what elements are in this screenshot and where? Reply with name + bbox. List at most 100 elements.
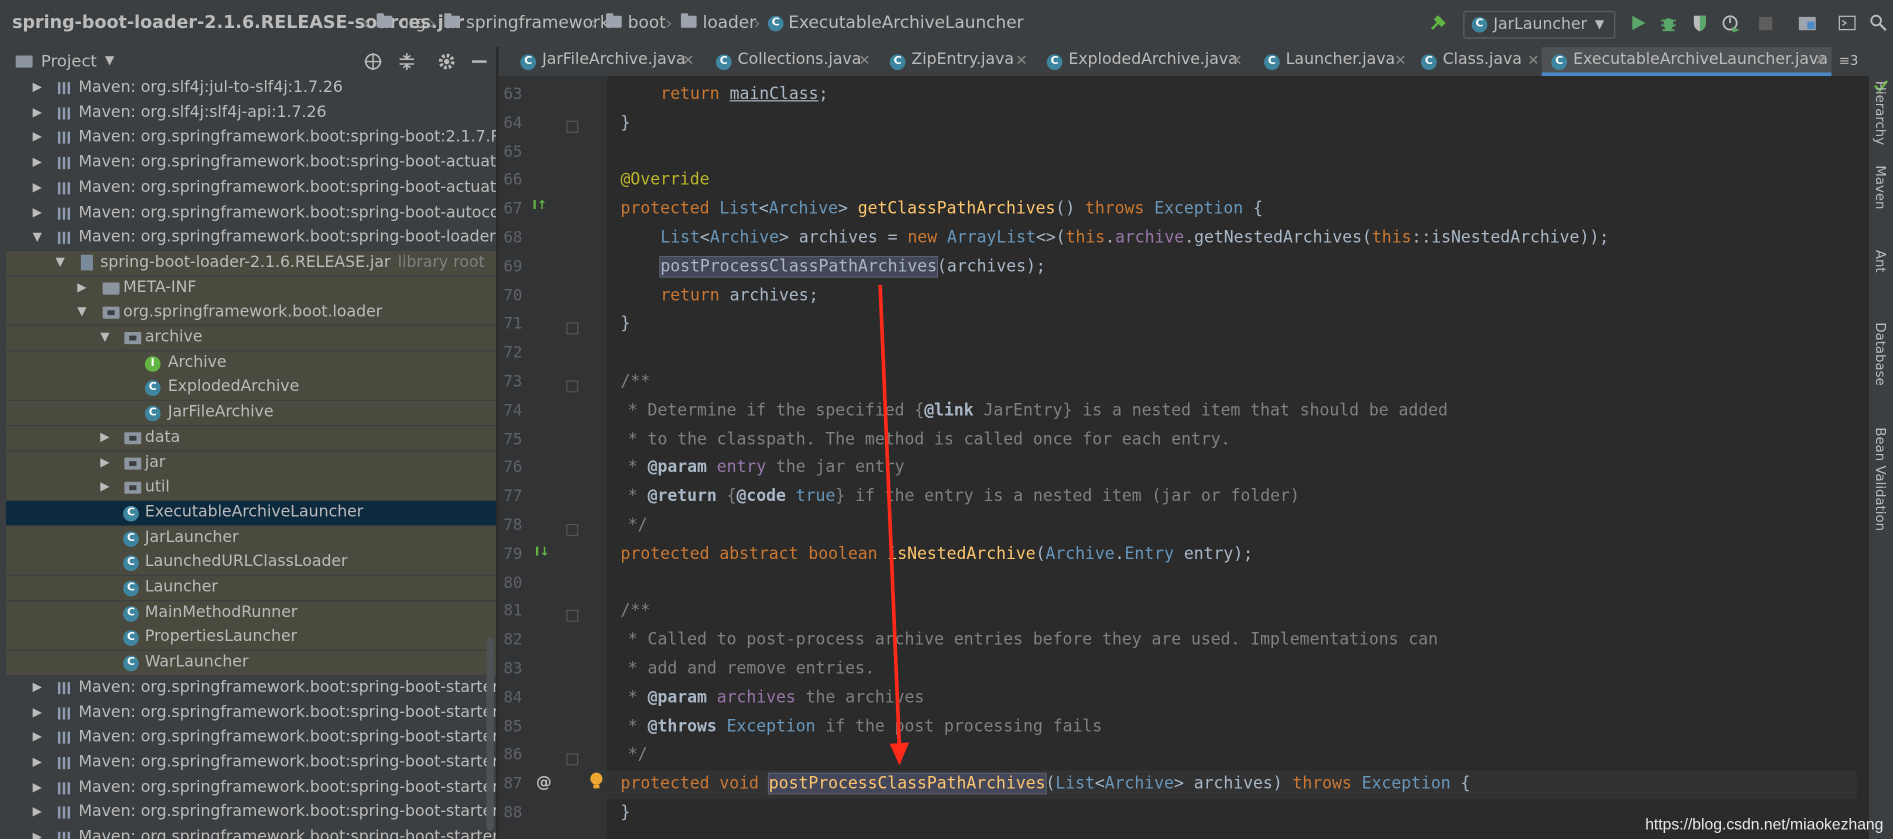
lightbulb-icon[interactable]: [589, 771, 603, 790]
breadcrumb-jar[interactable]: spring-boot-loader-2.1.6.RELEASE-sources…: [12, 0, 464, 47]
implemented-icon[interactable]: I↓: [535, 546, 550, 559]
tab-launcher[interactable]: C Launcher.java ✕: [1254, 47, 1409, 76]
tree-item-library[interactable]: ▶ Maven: org.springframework.boot:spring…: [6, 701, 497, 725]
expand-arrow-icon[interactable]: ▶: [33, 76, 45, 100]
tabs-overflow-button[interactable]: ≡3: [1839, 47, 1859, 76]
close-icon[interactable]: ✕: [1015, 47, 1027, 74]
tree-item-library[interactable]: ▶ Maven: org.springframework.boot:spring…: [6, 126, 497, 150]
search-icon[interactable]: [1869, 13, 1888, 32]
close-icon[interactable]: ✕: [1527, 47, 1539, 74]
close-icon[interactable]: ✕: [682, 47, 694, 74]
close-icon[interactable]: ✕: [858, 47, 870, 74]
tree-item-class[interactable]: C JarLauncher: [6, 525, 497, 551]
expand-arrow-icon[interactable]: ▶: [33, 701, 45, 725]
tree-item-library[interactable]: ▶ Maven: org.springframework.boot:spring…: [6, 176, 497, 200]
breadcrumb-loader[interactable]: loader: [703, 0, 756, 47]
expand-arrow-icon[interactable]: ▶: [100, 476, 112, 500]
override-marker-icon[interactable]: @: [536, 774, 552, 792]
expand-arrow-icon[interactable]: ▶: [33, 726, 45, 750]
profile-icon[interactable]: [1722, 13, 1741, 33]
fold-marker-icon[interactable]: [566, 753, 579, 766]
tree-item-library[interactable]: ▶ Maven: org.springframework.boot:spring…: [6, 751, 497, 775]
tab-executablearchivelauncher[interactable]: C ExecutableArchiveLauncher.java ✕: [1541, 47, 1832, 77]
fold-marker-icon[interactable]: [566, 609, 579, 622]
tab-zipentry[interactable]: C ZipEntry.java ✕: [880, 47, 1032, 76]
tab-explodedarchive[interactable]: C ExplodedArchive.java ✕: [1037, 47, 1245, 76]
expand-arrow-icon[interactable]: ▶: [33, 826, 45, 839]
collapse-arrow-icon[interactable]: ▼: [56, 251, 68, 275]
debug-icon[interactable]: [1659, 13, 1678, 32]
tree-item-class[interactable]: C WarLauncher: [6, 650, 497, 675]
breadcrumb-class[interactable]: ExecutableArchiveLauncher: [788, 0, 1023, 47]
tree-item-library[interactable]: ▶ Maven: org.springframework.boot:spring…: [6, 676, 497, 700]
tool-hierarchy[interactable]: Hierarchy: [1873, 81, 1889, 145]
tool-ant[interactable]: Ant: [1873, 250, 1889, 273]
implements-icon[interactable]: I↑: [532, 199, 547, 212]
expand-arrow-icon[interactable]: ▶: [100, 451, 112, 475]
tree-item-class[interactable]: C JarFileArchive: [6, 400, 497, 426]
tree-item-folder[interactable]: ▶ META-INF: [6, 275, 497, 301]
tab-collections[interactable]: C Collections.java ✕: [706, 47, 875, 76]
tool-bean-validation[interactable]: Bean Validation: [1873, 427, 1889, 531]
collapse-all-icon[interactable]: [397, 52, 416, 71]
tree-item-library[interactable]: ▶ Maven: org.slf4j:jul-to-slf4j:1.7.26: [6, 76, 496, 100]
locate-icon[interactable]: [363, 52, 382, 71]
project-title[interactable]: Project: [41, 47, 97, 76]
gear-icon[interactable]: [437, 52, 456, 71]
collapse-arrow-icon[interactable]: ▼: [77, 301, 89, 325]
tree-item-class[interactable]: C ExplodedArchive: [6, 375, 497, 401]
expand-arrow-icon[interactable]: ▶: [33, 201, 45, 225]
tab-class[interactable]: C Class.java ✕: [1411, 47, 1544, 76]
stop-icon[interactable]: [1759, 16, 1773, 31]
close-icon[interactable]: ✕: [1815, 47, 1827, 74]
close-icon[interactable]: ✕: [1230, 47, 1242, 74]
terminal-icon[interactable]: [1838, 13, 1857, 32]
fold-marker-icon[interactable]: [566, 120, 579, 133]
tree-item-package[interactable]: ▶ jar: [6, 450, 497, 476]
expand-arrow-icon[interactable]: ▶: [33, 751, 45, 775]
tree-item-jar[interactable]: ▼ spring-boot-loader-2.1.6.RELEASE.jar li…: [6, 250, 497, 276]
expand-arrow-icon[interactable]: ▶: [33, 676, 45, 700]
run-config-dropdown[interactable]: C JarLauncher ▼: [1463, 10, 1616, 39]
expand-arrow-icon[interactable]: ▶: [33, 801, 45, 825]
chevron-down-icon[interactable]: ▼: [105, 47, 114, 76]
tree-scrollbar[interactable]: [486, 637, 494, 831]
build-hammer-icon[interactable]: [1428, 13, 1447, 32]
tree-item-library[interactable]: ▶ Maven: org.springframework.boot:spring…: [6, 801, 497, 825]
expand-arrow-icon[interactable]: ▶: [33, 151, 45, 175]
tool-database[interactable]: Database: [1873, 322, 1889, 385]
breadcrumb-org[interactable]: org: [398, 0, 426, 47]
breadcrumb-boot[interactable]: boot: [628, 0, 666, 47]
tree-item-package[interactable]: ▶ util: [6, 475, 497, 501]
project-structure-icon[interactable]: [1798, 13, 1817, 32]
fold-marker-icon[interactable]: [566, 322, 579, 335]
tree-item-library[interactable]: ▶ Maven: org.springframework.boot:spring…: [6, 776, 497, 800]
tree-item-class[interactable]: C Launcher: [6, 575, 497, 601]
tree-item-library[interactable]: ▶ Maven: org.springframework.boot:spring…: [6, 726, 497, 750]
fold-marker-icon[interactable]: [566, 380, 579, 393]
tree-item-package[interactable]: ▶ data: [6, 425, 497, 451]
tree-item-class[interactable]: C PropertiesLauncher: [6, 625, 497, 650]
minimize-icon[interactable]: [472, 60, 487, 63]
tree-item-class[interactable]: C MainMethodRunner: [6, 600, 497, 626]
expand-arrow-icon[interactable]: ▶: [33, 776, 45, 800]
tree-item-library[interactable]: ▶ Maven: org.springframework.boot:spring…: [6, 151, 497, 175]
expand-arrow-icon[interactable]: ▶: [100, 426, 112, 450]
expand-arrow-icon[interactable]: ▶: [33, 126, 45, 150]
tree-item-library[interactable]: ▶ Maven: org.springframework.boot:spring…: [6, 826, 496, 839]
tree-item-library[interactable]: ▼ Maven: org.springframework.boot:spring…: [6, 226, 497, 250]
tree-item-library[interactable]: ▶ Maven: org.springframework.boot:spring…: [6, 201, 497, 225]
tool-maven[interactable]: Maven: [1873, 165, 1889, 209]
tree-item-class[interactable]: C LaunchedURLClassLoader: [6, 550, 497, 576]
tree-item-package[interactable]: ▼ org.springframework.boot.loader: [6, 300, 497, 326]
tree-item-package[interactable]: ▼ archive: [6, 325, 497, 351]
expand-arrow-icon[interactable]: ▶: [77, 276, 89, 300]
expand-arrow-icon[interactable]: ▶: [33, 101, 45, 125]
expand-arrow-icon[interactable]: ▶: [33, 176, 45, 200]
tree-item-class-selected[interactable]: C ExecutableArchiveLauncher: [6, 500, 497, 526]
tab-jarfilearchive[interactable]: C JarFileArchive.java ✕: [511, 47, 704, 76]
run-icon[interactable]: [1629, 13, 1648, 32]
collapse-arrow-icon[interactable]: ▼: [33, 226, 45, 250]
tree-item-library[interactable]: ▶ Maven: org.slf4j:slf4j-api:1.7.26: [6, 101, 496, 125]
breadcrumb-springframework[interactable]: springframework: [466, 0, 610, 47]
